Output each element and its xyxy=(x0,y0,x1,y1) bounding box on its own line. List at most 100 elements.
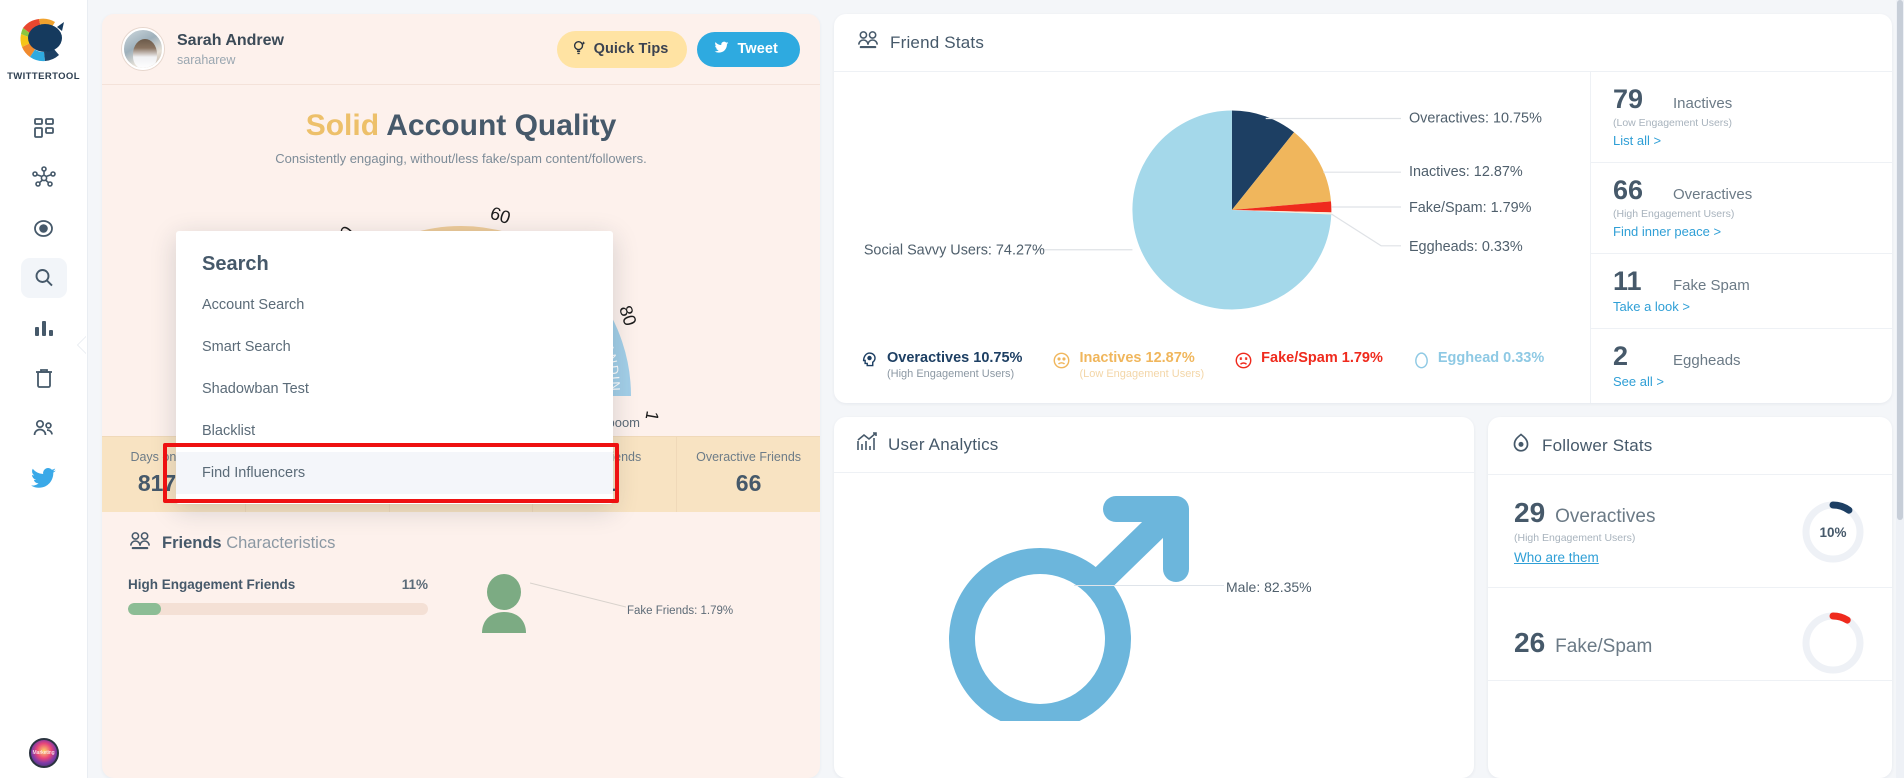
friend-stats-pie-chart: Overactives: 10.75% Inactives: 12.87% Fa… xyxy=(834,72,1590,344)
fs-item-top: 11 Fake Spam xyxy=(1613,268,1870,295)
search-menu-item-find-influencers-wrap: Find Influencers xyxy=(163,443,619,503)
follower-item-text: 29 Overactives (High Engagement Users) W… xyxy=(1514,497,1800,567)
line-chart-icon xyxy=(856,432,878,457)
search-menu-item-smart-search[interactable]: Smart Search xyxy=(176,326,613,368)
friend-stats-title: Friend Stats xyxy=(890,32,985,52)
follower-item-top: 26 Fake/Spam xyxy=(1514,627,1800,659)
friends-characteristics-body: High Engagement Friends 11% Fake Friends… xyxy=(128,574,794,633)
stat-cell: Overactive Friends 66 xyxy=(677,437,820,512)
sidebar-collapse-arrow-icon[interactable] xyxy=(78,336,87,354)
search-menu-item-find-influencers[interactable]: Find Influencers xyxy=(176,452,613,494)
legend-item-overactives: Overactives 10.75% (High Engagement User… xyxy=(860,350,1022,380)
engagement-row: High Engagement Friends 11% xyxy=(128,577,428,592)
fs-label: Overactives xyxy=(1673,186,1753,203)
tweet-label: Tweet xyxy=(737,41,778,57)
search-menu-item-account-search[interactable]: Account Search xyxy=(176,284,613,326)
engagement-label: High Engagement Friends xyxy=(128,577,296,592)
legend-label: Fake/Spam 1.79% xyxy=(1261,350,1383,366)
friend-stats-header: Friend Stats xyxy=(834,14,1892,72)
sidebar-item-twitter[interactable] xyxy=(21,458,67,498)
twittertool-logo-icon xyxy=(15,16,71,68)
callout-leader-line xyxy=(530,582,626,608)
follower-number: 26 xyxy=(1514,627,1546,658)
profile-handle: saraharew xyxy=(177,53,236,67)
follower-number: 29 xyxy=(1514,497,1546,528)
friends-characteristics-header: Friends Characteristics xyxy=(128,530,794,557)
legend-note: (Low Engagement Users) xyxy=(1079,368,1205,380)
sidebar-item-monitor[interactable] xyxy=(21,208,67,248)
quality-title-rest: Account Quality xyxy=(386,109,617,142)
profile-summary: Sarah Andrew saraharew xyxy=(122,28,284,70)
pie-holder: Overactives: 10.75% Inactives: 12.87% Fa… xyxy=(834,82,1590,332)
fs-note: (High Engagement Users) xyxy=(1613,208,1735,220)
legend-label: Egghead 0.33% xyxy=(1437,350,1545,366)
pie-label-inactives: Inactives: 12.87% xyxy=(1409,164,1523,180)
user-analytics-title: User Analytics xyxy=(888,434,999,454)
search-dropdown-menu: Search Account Search Smart Search Shado… xyxy=(163,231,619,504)
legend-item-egghead: Egghead 0.33% xyxy=(1413,350,1544,375)
tweet-button[interactable]: Tweet xyxy=(697,31,800,67)
avatar: Marketing xyxy=(28,738,59,768)
sidebar-item-search[interactable] xyxy=(20,258,67,298)
fs-link-see-all[interactable]: See all > xyxy=(1613,374,1664,389)
fake-friends-illustration: Fake Friends: 1.79% xyxy=(452,574,794,633)
engagement-bar-block: High Engagement Friends 11% xyxy=(128,577,428,615)
main-content: Sarah Andrew saraharew Quick Tips Tweet … xyxy=(88,0,1904,778)
fs-number: 2 xyxy=(1613,341,1629,371)
search-menu-item-blacklist[interactable]: Blacklist xyxy=(176,410,613,452)
legend-item-inactives: Inactives 12.87% (Low Engagement Users) xyxy=(1052,350,1204,380)
friends-characteristics-title: Friends Characteristics xyxy=(162,534,335,553)
overactives-ring-chart: 10% xyxy=(1800,499,1866,565)
quality-title-accent: Solid xyxy=(305,109,380,142)
friend-stats-legend: Overactives 10.75% (High Engagement User… xyxy=(834,344,1590,400)
bottom-row: User Analytics Male: 82.35% Follower Sta… xyxy=(834,417,1892,778)
person-silhouette-icon xyxy=(470,573,538,638)
follower-stats-header: Follower Stats xyxy=(1488,417,1892,475)
user-analytics-card: User Analytics Male: 82.35% xyxy=(834,417,1474,778)
account-quality-header: Sarah Andrew saraharew Quick Tips Tweet xyxy=(102,14,820,85)
header-actions: Quick Tips Tweet xyxy=(556,30,800,68)
male-gender-symbol-icon xyxy=(920,491,1230,730)
list-item: 2 Eggheads See all > xyxy=(1591,329,1892,403)
follower-stats-title: Follower Stats xyxy=(1542,435,1653,455)
engagement-pct: 11% xyxy=(401,577,428,592)
sidebar-item-audience[interactable] xyxy=(21,408,67,448)
svg-text:60: 60 xyxy=(488,203,513,228)
fs-note: (Low Engagement Users) xyxy=(1613,117,1733,129)
sidebar-item-dashboard[interactable] xyxy=(21,108,67,148)
account-avatar-button[interactable]: Marketing xyxy=(28,738,59,768)
app-logo[interactable]: TWITTERTOOL xyxy=(7,16,80,82)
page-scrollbar[interactable] xyxy=(1896,0,1904,778)
fc-title-light: Characteristics xyxy=(226,534,336,552)
left-sidebar: TWITTERTOOL Marketing xyxy=(0,0,88,778)
sidebar-item-network[interactable] xyxy=(21,158,67,198)
brain-head-icon xyxy=(860,351,879,375)
friend-stats-chart-area: Overactives: 10.75% Inactives: 12.87% Fa… xyxy=(834,72,1590,403)
fs-link-list-all[interactable]: List all > xyxy=(1613,133,1661,148)
fs-item-top: 66 Overactives xyxy=(1613,177,1870,204)
list-item: 66 Overactives (High Engagement Users) F… xyxy=(1591,163,1892,254)
legend-note: (High Engagement Users) xyxy=(887,368,1015,380)
sidebar-item-cleanup[interactable] xyxy=(21,358,67,398)
search-menu-item-shadowban-test[interactable]: Shadowban Test xyxy=(176,368,613,410)
page-scrollbar-thumb[interactable] xyxy=(1897,0,1903,520)
fs-link-find-inner-peace[interactable]: Find inner peace > xyxy=(1613,224,1721,239)
fs-item-top: 2 Eggheads xyxy=(1613,343,1870,370)
fs-link-take-a-look[interactable]: Take a look > xyxy=(1613,299,1690,314)
lightbulb-icon xyxy=(572,39,587,60)
fc-title-bold: Friends xyxy=(162,534,222,552)
friends-characteristics-section: Friends Characteristics High Engagement … xyxy=(102,512,820,633)
quick-tips-button[interactable]: Quick Tips xyxy=(556,30,688,68)
engagement-progress-track xyxy=(128,603,428,615)
svg-text:100: 100 xyxy=(638,409,663,418)
list-item: 11 Fake Spam Take a look > xyxy=(1591,254,1892,329)
engagement-progress-fill xyxy=(128,603,161,615)
sidebar-item-analytics[interactable] xyxy=(21,308,67,348)
fs-label: Fake Spam xyxy=(1673,277,1750,294)
fs-number: 11 xyxy=(1613,266,1642,296)
follower-item-text: 26 Fake/Spam xyxy=(1514,627,1800,659)
fs-label: Inactives xyxy=(1673,95,1733,112)
follower-item-top: 29 Overactives xyxy=(1514,497,1800,529)
friends-group-icon xyxy=(128,530,152,557)
follower-link-who-are-them[interactable]: Who are them xyxy=(1514,550,1599,565)
